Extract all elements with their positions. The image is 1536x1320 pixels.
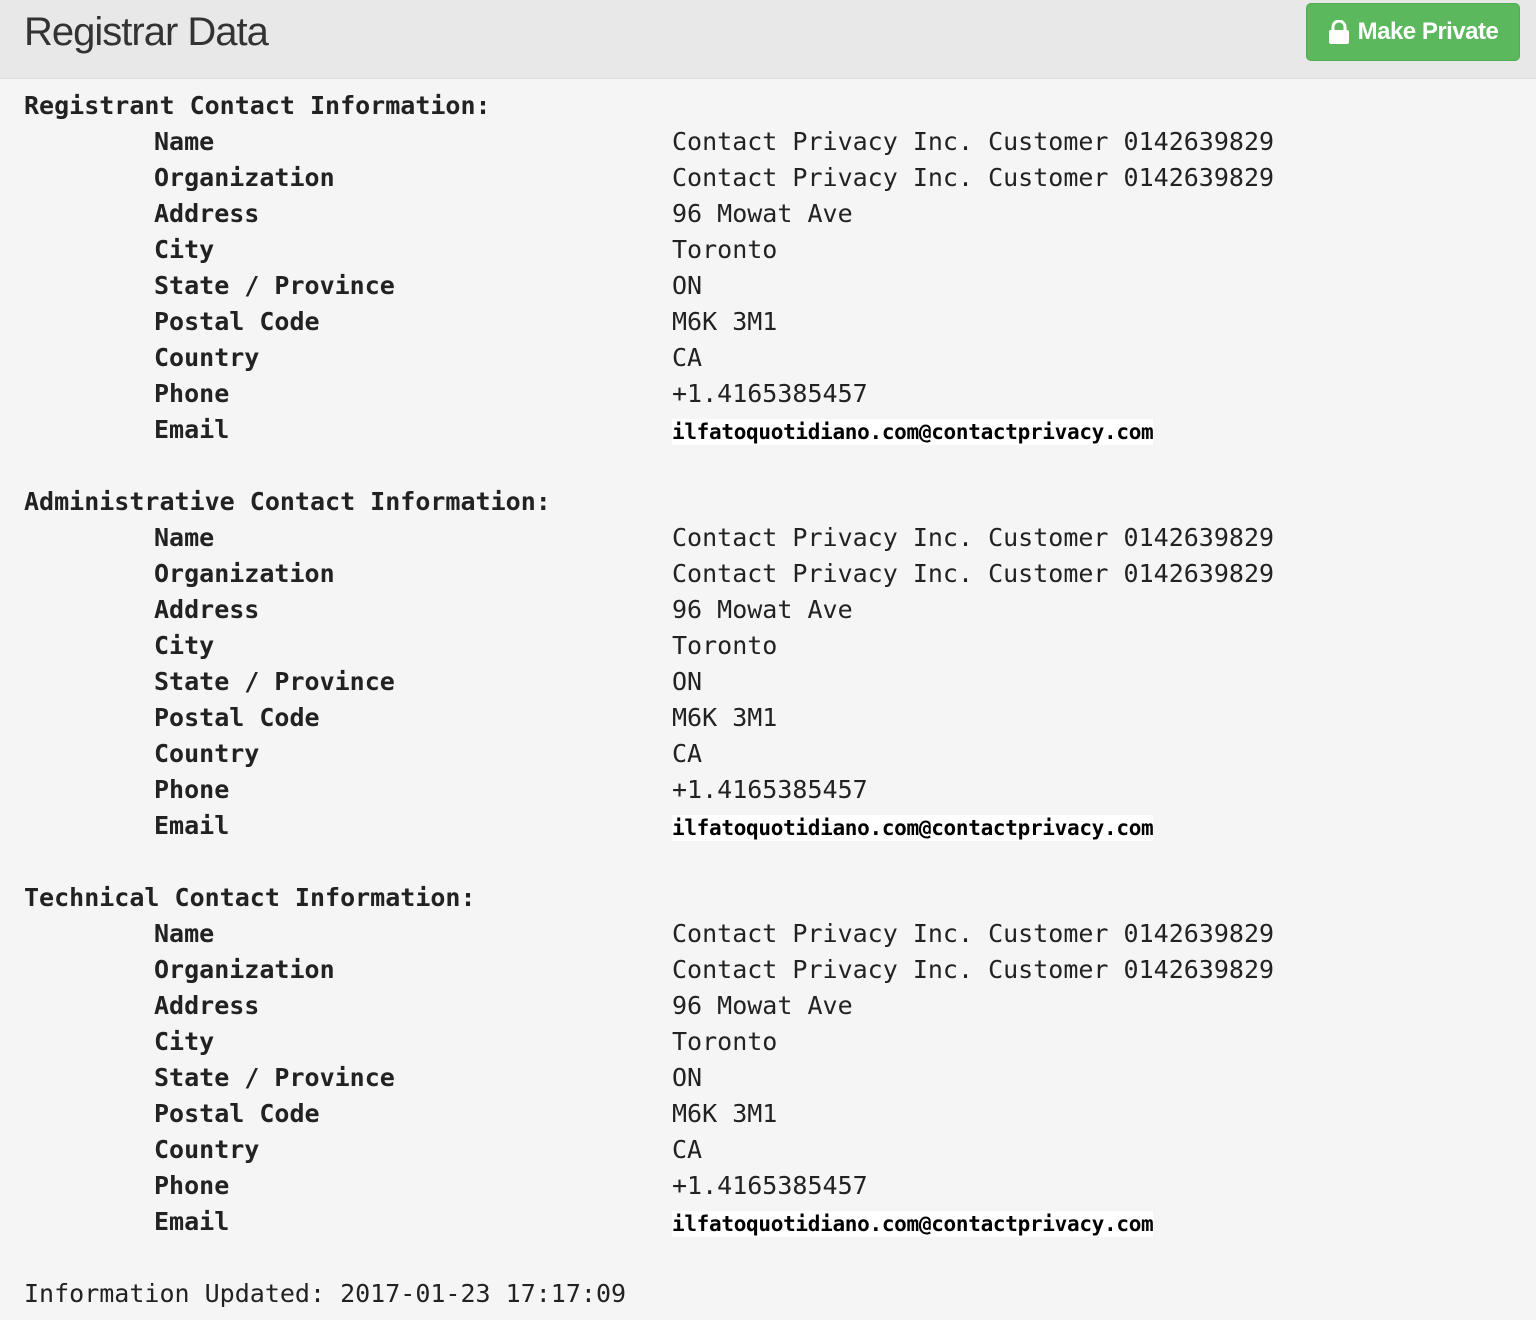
field-label: Postal Code [154,1099,320,1128]
field-value: Contact Privacy Inc. Customer 0142639829 [672,523,1275,552]
field-value: ON [672,1063,703,1092]
lock-icon [1328,20,1350,44]
field-value: M6K 3M1 [672,307,778,336]
tech-country-row: Country CA [0,1132,1536,1168]
field-label: Country [154,1135,260,1164]
admin-email-row: Email ilfatoquotidiano.com@contactprivacy… [0,808,1536,844]
field-value: Contact Privacy Inc. Customer 0142639829 [672,919,1275,948]
field-value: CA [672,343,703,372]
field-value: Contact Privacy Inc. Customer 0142639829 [672,127,1275,156]
field-label: Name [154,127,215,156]
admin-country-row: Country CA [0,736,1536,772]
registrant-section-title: Registrant Contact Information: [24,91,491,120]
tech-phone-row: Phone +1.4165385457 [0,1168,1536,1204]
field-value: CA [672,739,703,768]
field-label: Address [154,595,260,624]
field-label: Name [154,919,215,948]
field-label: City [154,235,215,264]
tech-postal-row: Postal Code M6K 3M1 [0,1096,1536,1132]
admin-address-row: Address 96 Mowat Ave [0,592,1536,628]
registrant-address-row: Address 96 Mowat Ave [0,196,1536,232]
tech-city-row: City Toronto [0,1024,1536,1060]
field-value: Toronto [672,631,778,660]
admin-state-row: State / Province ON [0,664,1536,700]
field-label: State / Province [154,1063,395,1092]
field-label: Organization [154,559,335,588]
field-value: ON [672,271,703,300]
registrant-city-row: City Toronto [0,232,1536,268]
registrant-phone-row: Phone +1.4165385457 [0,376,1536,412]
field-value: Toronto [672,235,778,264]
field-value: Contact Privacy Inc. Customer 0142639829 [672,163,1275,192]
field-value: M6K 3M1 [672,1099,778,1128]
field-label: Country [154,343,260,372]
tech-address-row: Address 96 Mowat Ave [0,988,1536,1024]
field-value: +1.4165385457 [672,775,868,804]
field-value: CA [672,1135,703,1164]
administrative-section-title: Administrative Contact Information: [24,487,551,516]
field-value: Contact Privacy Inc. Customer 0142639829 [672,559,1275,588]
page-header: Registrar Data Make Private [0,0,1536,79]
field-label: Address [154,199,260,228]
field-label: Organization [154,955,335,984]
field-value: Contact Privacy Inc. Customer 0142639829 [672,955,1275,984]
field-value: Toronto [672,1027,778,1056]
field-label: Email [154,811,230,840]
tech-email-row: Email ilfatoquotidiano.com@contactprivacy… [0,1204,1536,1240]
field-label: Name [154,523,215,552]
field-label: State / Province [154,271,395,300]
admin-organization-row: Organization Contact Privacy Inc. Custome… [0,556,1536,592]
make-private-label: Make Private [1357,18,1499,45]
email-image-text: ilfatoquotidiano.com@contactprivacy.com [672,1211,1154,1237]
field-label: Organization [154,163,335,192]
field-value: 96 Mowat Ave [672,595,853,624]
tech-state-row: State / Province ON [0,1060,1536,1096]
tech-organization-row: Organization Contact Privacy Inc. Custome… [0,952,1536,988]
field-label: Address [154,991,260,1020]
field-value: ON [672,667,703,696]
registrant-name-row: Name Contact Privacy Inc. Customer 014263… [0,124,1536,160]
field-label: Postal Code [154,703,320,732]
admin-city-row: City Toronto [0,628,1536,664]
registrant-postal-row: Postal Code M6K 3M1 [0,304,1536,340]
email-image-text: ilfatoquotidiano.com@contactprivacy.com [672,815,1154,841]
field-value: +1.4165385457 [672,1171,868,1200]
field-label: Email [154,415,230,444]
field-value: +1.4165385457 [672,379,868,408]
registrant-email-row: Email ilfatoquotidiano.com@contactprivacy… [0,412,1536,448]
tech-name-row: Name Contact Privacy Inc. Customer 014263… [0,916,1536,952]
field-label: Phone [154,775,230,804]
technical-section-title: Technical Contact Information: [24,883,476,912]
admin-phone-row: Phone +1.4165385457 [0,772,1536,808]
page-title: Registrar Data [24,10,269,54]
admin-postal-row: Postal Code M6K 3M1 [0,700,1536,736]
admin-name-row: Name Contact Privacy Inc. Customer 014263… [0,520,1536,556]
field-label: Phone [154,379,230,408]
field-label: City [154,1027,215,1056]
field-label: Email [154,1207,230,1236]
field-label: Postal Code [154,307,320,336]
field-value: 96 Mowat Ave [672,991,853,1020]
email-image-text: ilfatoquotidiano.com@contactprivacy.com [672,419,1154,445]
field-value: M6K 3M1 [672,703,778,732]
registrant-country-row: Country CA [0,340,1536,376]
field-label: Phone [154,1171,230,1200]
information-updated: Information Updated: 2017-01-23 17:17:09 [24,1279,627,1308]
field-value: 96 Mowat Ave [672,199,853,228]
registrant-organization-row: Organization Contact Privacy Inc. Custome… [0,160,1536,196]
field-label: Country [154,739,260,768]
field-label: City [154,631,215,660]
make-private-button[interactable]: Make Private [1306,3,1520,61]
registrant-state-row: State / Province ON [0,268,1536,304]
field-label: State / Province [154,667,395,696]
